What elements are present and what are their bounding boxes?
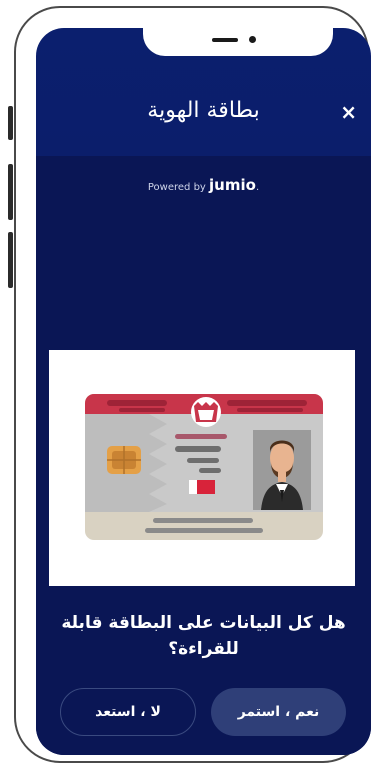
phone-screen: بطاقة الهوية × Powered by jumio. هل كل ا… (36, 28, 371, 755)
phone-side-button (8, 106, 13, 140)
powered-by-prefix: Powered by (147, 182, 206, 193)
phone-side-button (8, 232, 13, 288)
phone-side-button (8, 164, 13, 220)
readability-question: هل كل البيانات على البطاقة قابلة للقراءة… (61, 613, 346, 659)
camera-dot (249, 36, 256, 43)
phone-notch (143, 28, 333, 56)
id-card-preview (49, 350, 355, 586)
yes-continue-button[interactable]: نعم ، استمر (211, 688, 346, 736)
powered-by: Powered by jumio. (36, 176, 371, 194)
close-icon[interactable]: × (340, 102, 357, 122)
jumio-logo: jumio (209, 176, 256, 194)
bahrain-id-card-icon (85, 394, 323, 540)
no-retry-button[interactable]: لا ، استعد (60, 688, 196, 736)
screen-header: بطاقة الهوية × (36, 72, 371, 156)
page-title: بطاقة الهوية (147, 98, 260, 123)
speaker-slot (212, 38, 238, 42)
powered-by-suffix: . (255, 182, 260, 193)
content-panel: Powered by jumio. هل كل البيانات على الب… (36, 156, 371, 755)
